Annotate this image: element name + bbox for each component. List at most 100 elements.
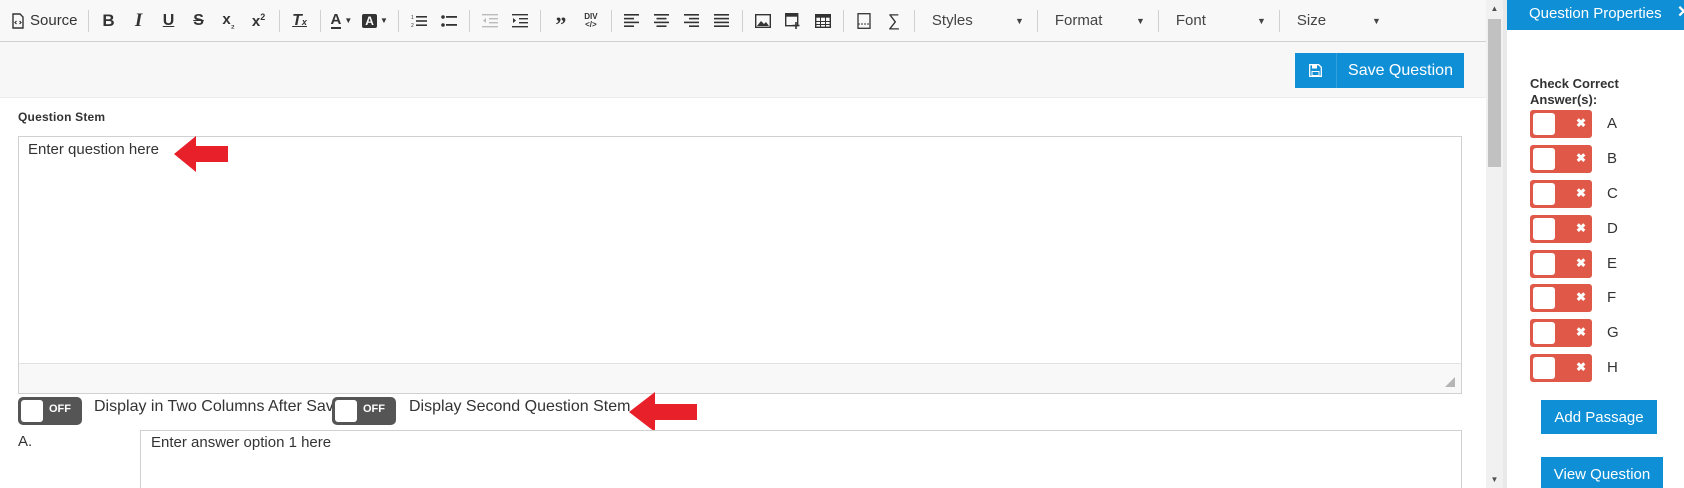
resize-handle-icon[interactable]: [1445, 377, 1455, 387]
answer-letter: D: [1607, 220, 1618, 237]
toggle-knob: [1533, 218, 1555, 240]
answer-toggle-a[interactable]: ✖: [1530, 110, 1592, 138]
table-button[interactable]: [808, 6, 838, 36]
toolbar-separator: [468, 9, 470, 32]
answer-toggle-g[interactable]: ✖: [1530, 319, 1592, 347]
answer-toggle-d[interactable]: ✖: [1530, 215, 1592, 243]
numbered-list-button[interactable]: 12: [404, 6, 434, 36]
chevron-down-icon: ▼: [1135, 15, 1145, 26]
format-dropdown[interactable]: Format ▼: [1043, 6, 1153, 36]
page-break-button[interactable]: [849, 6, 879, 36]
scrollbar-thumb[interactable]: [1488, 19, 1501, 167]
answer-toggle-b[interactable]: ✖: [1530, 145, 1592, 173]
toolbar-separator: [397, 9, 399, 32]
bulleted-list-button[interactable]: [434, 6, 464, 36]
numbered-list-icon: 12: [411, 15, 427, 28]
subscript-button[interactable]: x₂: [214, 6, 244, 36]
two-columns-toggle[interactable]: OFF: [18, 397, 82, 425]
svg-text:1: 1: [411, 15, 414, 21]
editor-main: Source B I U S x₂ x2 Tx A ▼ A ▼ 12 ” DIV…: [0, 0, 1486, 488]
justify-button[interactable]: [707, 6, 737, 36]
answer-letter: B: [1607, 150, 1618, 167]
toggle-knob: [1533, 148, 1555, 170]
display-options-row: OFF Display in Two Columns After Save OF…: [0, 394, 1486, 428]
decrease-indent-button[interactable]: [475, 6, 505, 36]
styles-dropdown[interactable]: Styles ▼: [920, 6, 1032, 36]
answer-row-h: ✖ H: [1530, 354, 1680, 382]
bold-icon: B: [102, 10, 115, 30]
chevron-down-icon: ▼: [344, 16, 353, 25]
superscript-button[interactable]: x2: [244, 6, 274, 36]
scroll-up-icon[interactable]: ▲: [1486, 0, 1503, 17]
strikethrough-button[interactable]: S: [184, 6, 214, 36]
bold-button[interactable]: B: [94, 6, 124, 36]
answer-option-editor[interactable]: Enter answer option 1 here: [140, 430, 1462, 488]
image-button[interactable]: [748, 6, 778, 36]
view-question-button[interactable]: View Question: [1541, 457, 1663, 488]
answer-toggle-e[interactable]: ✖: [1530, 250, 1592, 278]
scroll-down-icon[interactable]: ▼: [1486, 471, 1503, 488]
action-bar: [0, 42, 1486, 98]
source-label: Source: [30, 12, 78, 29]
panel-header: Question Properties ✕: [1507, 0, 1684, 30]
increase-indent-button[interactable]: [505, 6, 535, 36]
math-formula-button[interactable]: ∑: [879, 6, 909, 36]
toggle-knob: [1533, 357, 1555, 379]
format-label: Format: [1054, 12, 1103, 29]
subscript-icon: x₂: [222, 11, 235, 30]
answer-letter: H: [1607, 359, 1618, 376]
close-icon[interactable]: ✕: [1677, 2, 1684, 22]
align-right-button[interactable]: [677, 6, 707, 36]
remove-format-button[interactable]: Tx: [285, 6, 315, 36]
answer-toggle-f[interactable]: ✖: [1530, 284, 1592, 312]
add-passage-button[interactable]: Add Passage: [1541, 400, 1657, 434]
blockquote-button[interactable]: ”: [546, 6, 576, 36]
underline-button[interactable]: U: [154, 6, 184, 36]
chevron-down-icon: ▼: [1256, 15, 1266, 26]
editor-status-bar: [19, 363, 1461, 393]
answer-letter: G: [1607, 324, 1619, 341]
answer-row-c: ✖ C: [1530, 180, 1680, 208]
align-center-button[interactable]: [647, 6, 677, 36]
answer-option-label: A.: [18, 433, 33, 450]
toggle-knob: [335, 400, 357, 422]
size-label: Size: [1296, 12, 1327, 29]
answer-row-e: ✖ E: [1530, 250, 1680, 278]
answer-row-f: ✖ F: [1530, 284, 1680, 312]
toolbar-separator: [741, 9, 743, 32]
insert-template-button[interactable]: [778, 6, 808, 36]
second-stem-label: Display Second Question Stem: [409, 398, 631, 415]
answer-toggle-h[interactable]: ✖: [1530, 354, 1592, 382]
toolbar-separator: [278, 9, 280, 32]
question-stem-editor[interactable]: Enter question here: [18, 136, 1462, 394]
superscript-icon: x2: [251, 11, 266, 30]
create-div-button[interactable]: DIV </>: [576, 6, 606, 36]
font-label: Font: [1175, 12, 1206, 29]
second-stem-toggle[interactable]: OFF: [332, 397, 396, 425]
x-icon: ✖: [1575, 360, 1586, 374]
toolbar-separator: [1278, 9, 1280, 32]
question-editor-app: Source B I U S x₂ x2 Tx A ▼ A ▼ 12 ” DIV…: [0, 0, 1684, 488]
vertical-scrollbar[interactable]: ▲ ▼: [1486, 0, 1503, 488]
rich-text-toolbar: Source B I U S x₂ x2 Tx A ▼ A ▼ 12 ” DIV…: [0, 0, 1486, 42]
toolbar-separator: [1157, 9, 1159, 32]
bulleted-list-icon: [441, 14, 457, 27]
italic-button[interactable]: I: [124, 6, 154, 36]
answer-row-a: ✖ A: [1530, 110, 1680, 138]
size-dropdown[interactable]: Size ▼: [1285, 6, 1389, 36]
text-color-button[interactable]: A ▼: [326, 6, 358, 36]
answer-letter: E: [1607, 255, 1618, 272]
image-icon: [754, 13, 771, 28]
toggle-state: OFF: [363, 403, 385, 415]
toolbar-separator: [913, 9, 915, 32]
background-color-button[interactable]: A ▼: [357, 6, 393, 36]
blockquote-icon: ”: [555, 11, 567, 37]
answer-toggle-c[interactable]: ✖: [1530, 180, 1592, 208]
toolbar-separator: [539, 9, 541, 32]
save-question-button[interactable]: Save Question: [1295, 53, 1464, 88]
align-left-button[interactable]: [617, 6, 647, 36]
font-dropdown[interactable]: Font ▼: [1164, 6, 1274, 36]
source-button[interactable]: Source: [6, 6, 83, 36]
align-left-icon: [624, 14, 640, 27]
increase-indent-icon: [511, 13, 528, 27]
